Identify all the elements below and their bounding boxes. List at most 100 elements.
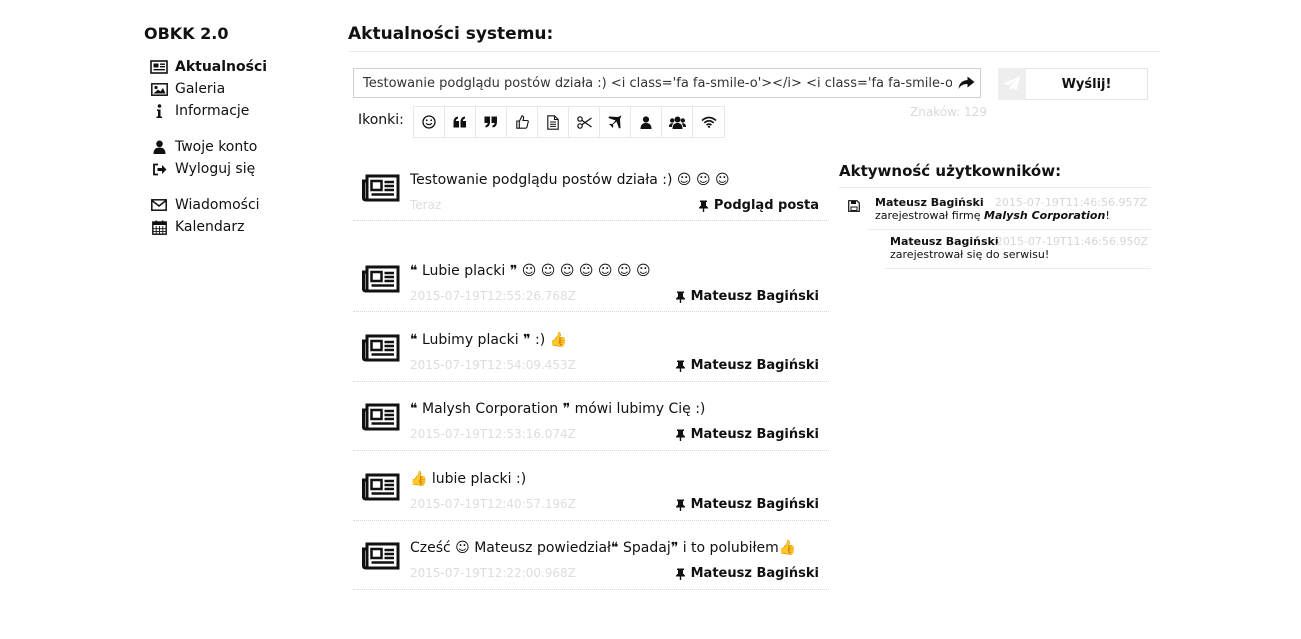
share-icon[interactable] — [952, 69, 980, 97]
activity-text: zarejestrował się do serwisu! — [890, 248, 1050, 261]
sidebar-item-label: Galeria — [175, 81, 226, 97]
sidebar-item-aktualnosci[interactable]: Aktualności — [150, 56, 267, 78]
post-author-name: Mateusz Bagiński — [690, 358, 819, 373]
icon-toolbar — [413, 106, 725, 138]
scissors-icon[interactable] — [569, 107, 600, 137]
activity-text-main: zarejestrował firmę — [875, 209, 985, 222]
post-item: Cześć ☺ Mateusz powiedział❝ Spadaj❞ i to… — [353, 530, 829, 590]
sidebar-item-label: Wiadomości — [175, 197, 260, 213]
file-text-icon[interactable] — [538, 107, 569, 137]
post-author-name: Mateusz Bagiński — [690, 497, 819, 512]
newspaper-icon — [362, 473, 400, 501]
sidebar-item-twoje-konto[interactable]: Twoje konto — [150, 136, 267, 158]
post-author[interactable]: Mateusz Bagiński — [675, 566, 819, 581]
pin-icon — [675, 291, 685, 303]
post-text: Cześć ☺ Mateusz powiedział❝ Spadaj❞ i to… — [410, 540, 797, 556]
sidebar-item-label: Informacje — [175, 103, 250, 119]
post-preview: Testowanie podglądu postów działa :) ☺ ☺… — [353, 162, 829, 221]
send-icon[interactable] — [998, 68, 1026, 100]
sidebar-item-label: Twoje konto — [175, 139, 258, 155]
newspaper-icon — [362, 542, 400, 570]
post-author[interactable]: Mateusz Bagiński — [675, 358, 819, 373]
plane-icon[interactable] — [600, 107, 631, 137]
picture-icon — [150, 81, 168, 97]
post-text: ❝ Lubimy placki ❞ :) 👍 — [410, 332, 568, 348]
sidebar-nav: Aktualności Galeria Informacje Twoje kon… — [150, 56, 267, 252]
sidebar-item-galeria[interactable]: Galeria — [150, 78, 267, 100]
envelope-icon — [150, 197, 168, 213]
post-author[interactable]: Mateusz Bagiński — [675, 497, 819, 512]
nav-group-tools: Wiadomości Kalendarz — [150, 194, 267, 238]
activity-time: 2015-07-19T11:46:56.957Z — [994, 196, 1147, 209]
post-time: 2015-07-19T12:40:57.196Z — [410, 497, 576, 511]
icons-label: Ikonki: — [358, 112, 404, 128]
post-time: 2015-07-19T12:22:00.968Z — [410, 566, 576, 580]
post-item: ❝ Lubimy placki ❞ :) 👍 2015-07-19T12:54:… — [353, 322, 829, 382]
sign-out-icon — [150, 161, 168, 177]
send-button[interactable]: Wyślij! — [1026, 68, 1148, 100]
character-counter: Znaków: 129 — [910, 105, 987, 119]
newspaper-icon — [362, 265, 400, 293]
post-author-name: Mateusz Bagiński — [690, 566, 819, 581]
save-icon — [848, 197, 860, 216]
post-author-name: Mateusz Bagiński — [690, 427, 819, 442]
activity-title: Aktywność użytkowników: — [839, 162, 1062, 180]
pin-icon — [675, 499, 685, 511]
activity-divider — [839, 187, 1151, 188]
post-text: ❝ Lubie placki ❞ ☺ ☺ ☺ ☺ ☺ ☺ ☺ — [410, 263, 651, 279]
pin-icon — [698, 200, 708, 212]
post-author-name: Podgląd posta — [713, 198, 819, 213]
sidebar-item-wyloguj[interactable]: Wyloguj się — [150, 158, 267, 180]
activity-item: Mateusz Bagiński 2015-07-19T11:46:56.950… — [890, 235, 1148, 261]
post-author-name: Mateusz Bagiński — [690, 289, 819, 304]
post-time: Teraz — [410, 198, 442, 212]
activity-divider — [868, 229, 1151, 230]
post-text: Testowanie podglądu postów działa :) ☺ ☺… — [410, 172, 730, 188]
info-icon — [150, 103, 168, 119]
user-icon[interactable] — [631, 107, 662, 137]
sidebar-item-kalendarz[interactable]: Kalendarz — [150, 216, 267, 238]
post-text: ❝ Malysh Corporation ❞ mówi lubimy Cię :… — [410, 401, 706, 417]
sidebar-item-label: Aktualności — [175, 59, 268, 75]
post-time: 2015-07-19T12:54:09.453Z — [410, 358, 576, 372]
pin-icon — [675, 429, 685, 441]
sidebar-item-wiadomosci[interactable]: Wiadomości — [150, 194, 267, 216]
activity-company[interactable]: Malysh Corporation — [984, 209, 1105, 222]
page-title: Aktualności systemu: — [348, 24, 554, 44]
activity-divider — [884, 268, 1151, 269]
post-text: 👍 lubie placki :) — [410, 471, 527, 487]
smile-icon[interactable] — [414, 107, 445, 137]
activity-item: Mateusz Bagiński 2015-07-19T11:46:56.957… — [875, 196, 1147, 222]
newspaper-icon — [362, 334, 400, 362]
post-author[interactable]: Mateusz Bagiński — [675, 289, 819, 304]
users-icon[interactable] — [662, 107, 693, 137]
quote-right-icon[interactable] — [476, 107, 507, 137]
sidebar-item-informacje[interactable]: Informacje — [150, 100, 267, 122]
post-input-value[interactable]: Testowanie podglądu postów działa :) <i … — [363, 76, 952, 91]
wifi-icon[interactable] — [693, 107, 724, 137]
activity-time: 2015-07-19T11:46:56.950Z — [995, 235, 1148, 248]
post-input[interactable]: Testowanie podglądu postów działa :) <i … — [353, 68, 981, 98]
title-divider — [348, 51, 1160, 52]
post-time: 2015-07-19T12:53:16.074Z — [410, 427, 576, 441]
send-group: Wyślij! — [998, 68, 1148, 100]
thumbs-up-icon[interactable] — [507, 107, 538, 137]
nav-group-main: Aktualności Galeria Informacje — [150, 56, 267, 122]
post-item: ❝ Malysh Corporation ❞ mówi lubimy Cię :… — [353, 391, 829, 451]
sidebar-item-label: Wyloguj się — [175, 161, 256, 177]
newspaper-icon — [362, 403, 400, 431]
activity-text: zarejestrował firmę Malysh Corporation! — [875, 209, 1147, 222]
user-icon — [150, 139, 168, 155]
activity-text-end: ! — [1105, 209, 1110, 222]
newspaper-icon — [362, 174, 400, 202]
calendar-icon — [150, 219, 168, 235]
pin-icon — [675, 360, 685, 372]
post-author[interactable]: Podgląd posta — [698, 198, 819, 213]
post-author[interactable]: Mateusz Bagiński — [675, 427, 819, 442]
app-title: OBKK 2.0 — [144, 24, 229, 43]
post-item: ❝ Lubie placki ❞ ☺ ☺ ☺ ☺ ☺ ☺ ☺ 2015-07-1… — [353, 253, 829, 312]
nav-group-account: Twoje konto Wyloguj się — [150, 136, 267, 180]
quote-left-icon[interactable] — [445, 107, 476, 137]
post-item: 👍 lubie placki :) 2015-07-19T12:40:57.19… — [353, 461, 829, 521]
newspaper-icon — [150, 59, 168, 75]
